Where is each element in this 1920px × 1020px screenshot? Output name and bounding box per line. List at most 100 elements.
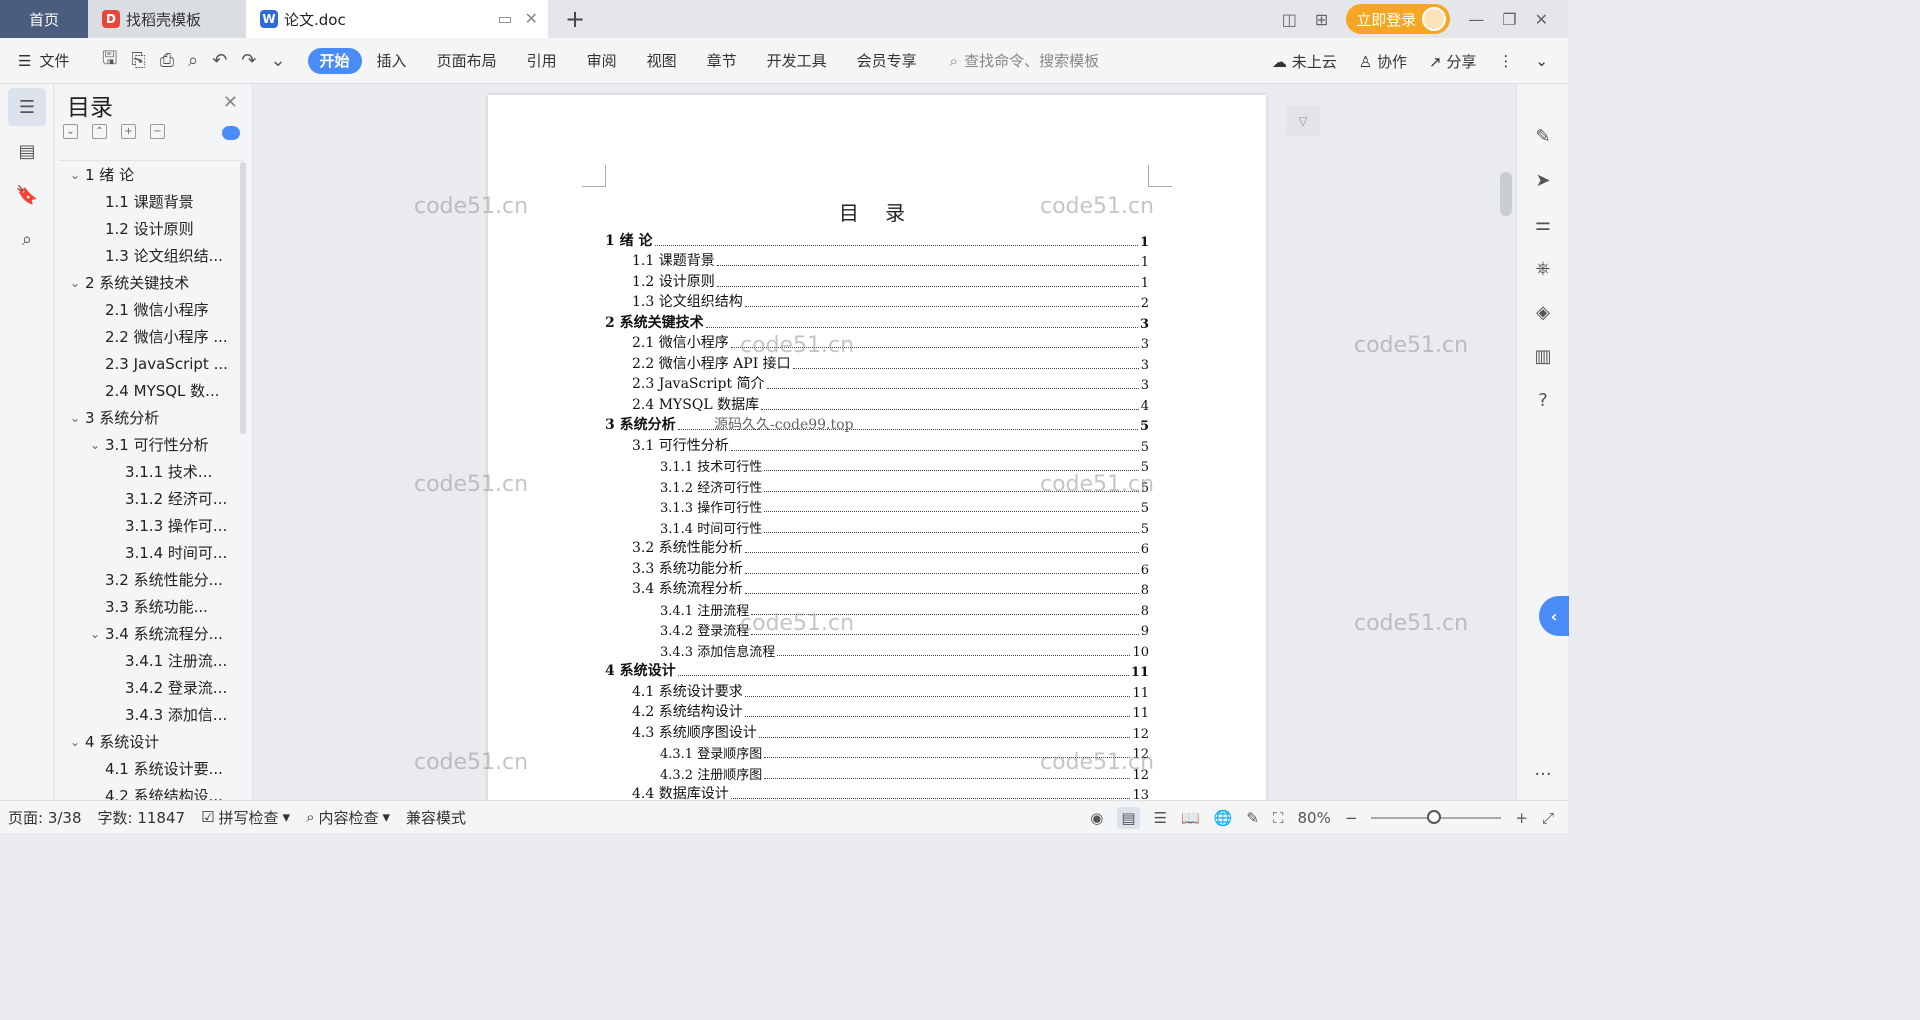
toc-entry[interactable]: 4 系统设计 11: [605, 660, 1149, 680]
tab-page-layout[interactable]: 页面布局: [422, 48, 512, 74]
translate-icon[interactable]: ⎈: [1517, 246, 1569, 290]
toc-panel-item[interactable]: ⌄ 1 绪 论: [59, 161, 243, 188]
toc-entry[interactable]: 2.3 JavaScript 简介 3: [605, 373, 1149, 393]
toc-entry[interactable]: 2.1 微信小程序 3: [605, 332, 1149, 352]
content-check-button[interactable]: ⌕ 内容检查 ▾: [298, 807, 398, 828]
save-icon[interactable]: 🖫: [102, 46, 117, 76]
toc-panel-icon[interactable]: ☰: [8, 88, 46, 126]
chevron-down-icon[interactable]: ⌄: [85, 627, 105, 641]
toc-panel-item[interactable]: 3.1.4 时间可...: [59, 539, 243, 566]
add-icon[interactable]: +: [121, 124, 136, 139]
toc-panel-item[interactable]: 3.2 系统性能分...: [59, 566, 243, 593]
monitor-icon[interactable]: ▭: [497, 9, 512, 28]
expand-all-icon[interactable]: ⌄: [63, 124, 78, 139]
outline-view-icon[interactable]: ☰: [1154, 809, 1167, 827]
toc-entry[interactable]: 3.3 系统功能分析 6: [605, 557, 1149, 578]
toc-entry[interactable]: 3.1.1 技术可行性 5: [605, 455, 1149, 475]
zoom-slider-knob[interactable]: [1427, 809, 1442, 824]
reading-view-icon[interactable]: 📖: [1181, 809, 1200, 827]
undo-icon[interactable]: ↶: [212, 50, 227, 71]
tab-member[interactable]: 会员专享: [842, 48, 932, 74]
toc-entry[interactable]: 2.2 微信小程序 API 接口 3: [605, 352, 1149, 373]
tab-insert[interactable]: 插入: [362, 48, 422, 74]
tab-developer[interactable]: 开发工具: [752, 48, 842, 74]
toc-panel-item[interactable]: 4.1 系统设计要...: [59, 755, 243, 782]
tab-chapter[interactable]: 章节: [692, 48, 752, 74]
toc-entry[interactable]: 3.1.2 经济可行性 5: [605, 475, 1149, 496]
file-menu[interactable]: ☰ 文件: [0, 50, 90, 71]
toc-toggle-switch[interactable]: [222, 126, 240, 140]
pen-icon[interactable]: ✎: [1517, 114, 1569, 158]
toc-panel-item[interactable]: 3.4.1 注册流...: [59, 647, 243, 674]
document-page[interactable]: 目 录 1 绪 论 1 1.1 课题背景 1 1.2 设计原则 1 1.3 论文组织结构 2 2…: [488, 95, 1266, 800]
toc-entry[interactable]: 3.1 可行性分析 5: [605, 434, 1149, 455]
toc-entry[interactable]: 2 系统关键技术 3: [605, 311, 1149, 332]
zoom-level[interactable]: 80%: [1297, 809, 1330, 827]
page-indicator[interactable]: 页面: 3/38: [0, 807, 90, 828]
toc-entry[interactable]: 3 系统分析 5: [605, 414, 1149, 434]
toc-panel-item[interactable]: 2.4 MYSQL 数...: [59, 377, 243, 404]
tab-document[interactable]: W 论文.doc ▭ ✕: [246, 0, 548, 38]
tab-home[interactable]: 首页: [0, 0, 88, 38]
toc-entry[interactable]: 4.3.2 注册顺序图 12: [605, 762, 1149, 783]
toc-entry[interactable]: 4.2 系统结构设计 11: [605, 701, 1149, 721]
toc-panel-item[interactable]: ⌄ 2 系统关键技术: [59, 269, 243, 296]
page-view-icon[interactable]: ▤: [1117, 806, 1140, 829]
toc-entry[interactable]: 3.1.3 操作可行性 5: [605, 496, 1149, 516]
tab-view[interactable]: 视图: [632, 48, 692, 74]
toc-panel-item[interactable]: 2.3 JavaScript ...: [59, 350, 243, 377]
toc-panel-item[interactable]: 3.4.2 登录流...: [59, 674, 243, 701]
scrollbar-thumb[interactable]: [1500, 172, 1512, 216]
toc-entry[interactable]: 3.4.1 注册流程 8: [605, 598, 1149, 619]
toc-entry[interactable]: 1 绪 论 1: [605, 229, 1149, 250]
toc-panel-item[interactable]: ⌄ 3.4 系统流程分...: [59, 620, 243, 647]
web-view-icon[interactable]: 🌐: [1214, 809, 1233, 827]
toc-entry[interactable]: 3.4.3 添加信息流程 10: [605, 639, 1149, 660]
zoom-in-icon[interactable]: +: [1515, 809, 1528, 827]
write-mode-icon[interactable]: ✎: [1246, 809, 1259, 827]
toc-panel-item[interactable]: 3.3 系统功能...: [59, 593, 243, 620]
toc-panel-item[interactable]: 1.1 课题背景: [59, 188, 243, 215]
book-icon[interactable]: ▥: [1517, 334, 1569, 378]
toc-entry[interactable]: 4.3 系统顺序图设计 12: [605, 721, 1149, 742]
toc-entry[interactable]: 4.3.1 登录顺序图 12: [605, 742, 1149, 762]
toc-panel-item[interactable]: 3.4.3 添加信...: [59, 701, 243, 728]
print-preview-icon[interactable]: ⌕: [188, 50, 198, 71]
close-tab-icon[interactable]: ✕: [525, 9, 538, 28]
expand-panel-icon[interactable]: ‹: [1539, 596, 1569, 636]
close-window-icon[interactable]: ✕: [1535, 10, 1548, 29]
bookmark-icon[interactable]: 🔖: [8, 176, 46, 214]
command-search[interactable]: ⌕ 查找命令、搜索模板: [950, 50, 1099, 71]
toc-entry[interactable]: 3.1.4 时间可行性 5: [605, 516, 1149, 537]
tab-review[interactable]: 审阅: [572, 48, 632, 74]
layout-icon[interactable]: ◫: [1282, 10, 1297, 29]
toc-entry[interactable]: 3.4 系统流程分析 8: [605, 578, 1149, 598]
close-icon[interactable]: ✕: [223, 92, 238, 113]
toc-entry[interactable]: 3.4.2 登录流程 9: [605, 619, 1149, 639]
new-tab-button[interactable]: +: [548, 0, 602, 38]
toc-entry[interactable]: 4.1 系统设计要求 11: [605, 680, 1149, 701]
more-icon[interactable]: ···: [1517, 752, 1569, 796]
toc-panel-item[interactable]: 1.2 设计原则: [59, 215, 243, 242]
chevron-down-icon[interactable]: ⌄: [65, 276, 85, 290]
fit-page-icon[interactable]: ⛶: [1273, 809, 1284, 827]
zoom-slider[interactable]: [1371, 809, 1502, 824]
toc-panel-item[interactable]: ⌄ 4 系统设计: [59, 728, 243, 755]
toc-panel-item[interactable]: 3.1.1 技术...: [59, 458, 243, 485]
cloud-status-button[interactable]: ☁ 未上云: [1272, 51, 1337, 72]
login-button[interactable]: 立即登录: [1346, 4, 1451, 34]
help-icon[interactable]: ?: [1517, 378, 1569, 422]
chevron-down-icon[interactable]: ⌄: [65, 735, 85, 749]
toc-panel-item[interactable]: 1.3 论文组织结...: [59, 242, 243, 269]
apps-grid-icon[interactable]: ⊞: [1315, 10, 1328, 29]
toc-panel-item[interactable]: 4.2 系统结构设...: [59, 782, 243, 800]
chevron-down-icon[interactable]: ⌄: [65, 411, 85, 425]
toc-panel-item[interactable]: 2.2 微信小程序 ...: [59, 323, 243, 350]
toc-entry[interactable]: 3.2 系统性能分析 6: [605, 537, 1149, 557]
more-options-icon[interactable]: ⋮: [1498, 52, 1513, 70]
zoom-out-icon[interactable]: −: [1345, 809, 1358, 827]
ai-icon[interactable]: ◈: [1517, 290, 1569, 334]
word-count[interactable]: 字数: 11847: [90, 807, 194, 828]
tab-start[interactable]: 开始: [307, 47, 362, 74]
chevron-down-icon[interactable]: ⌄: [85, 438, 105, 452]
